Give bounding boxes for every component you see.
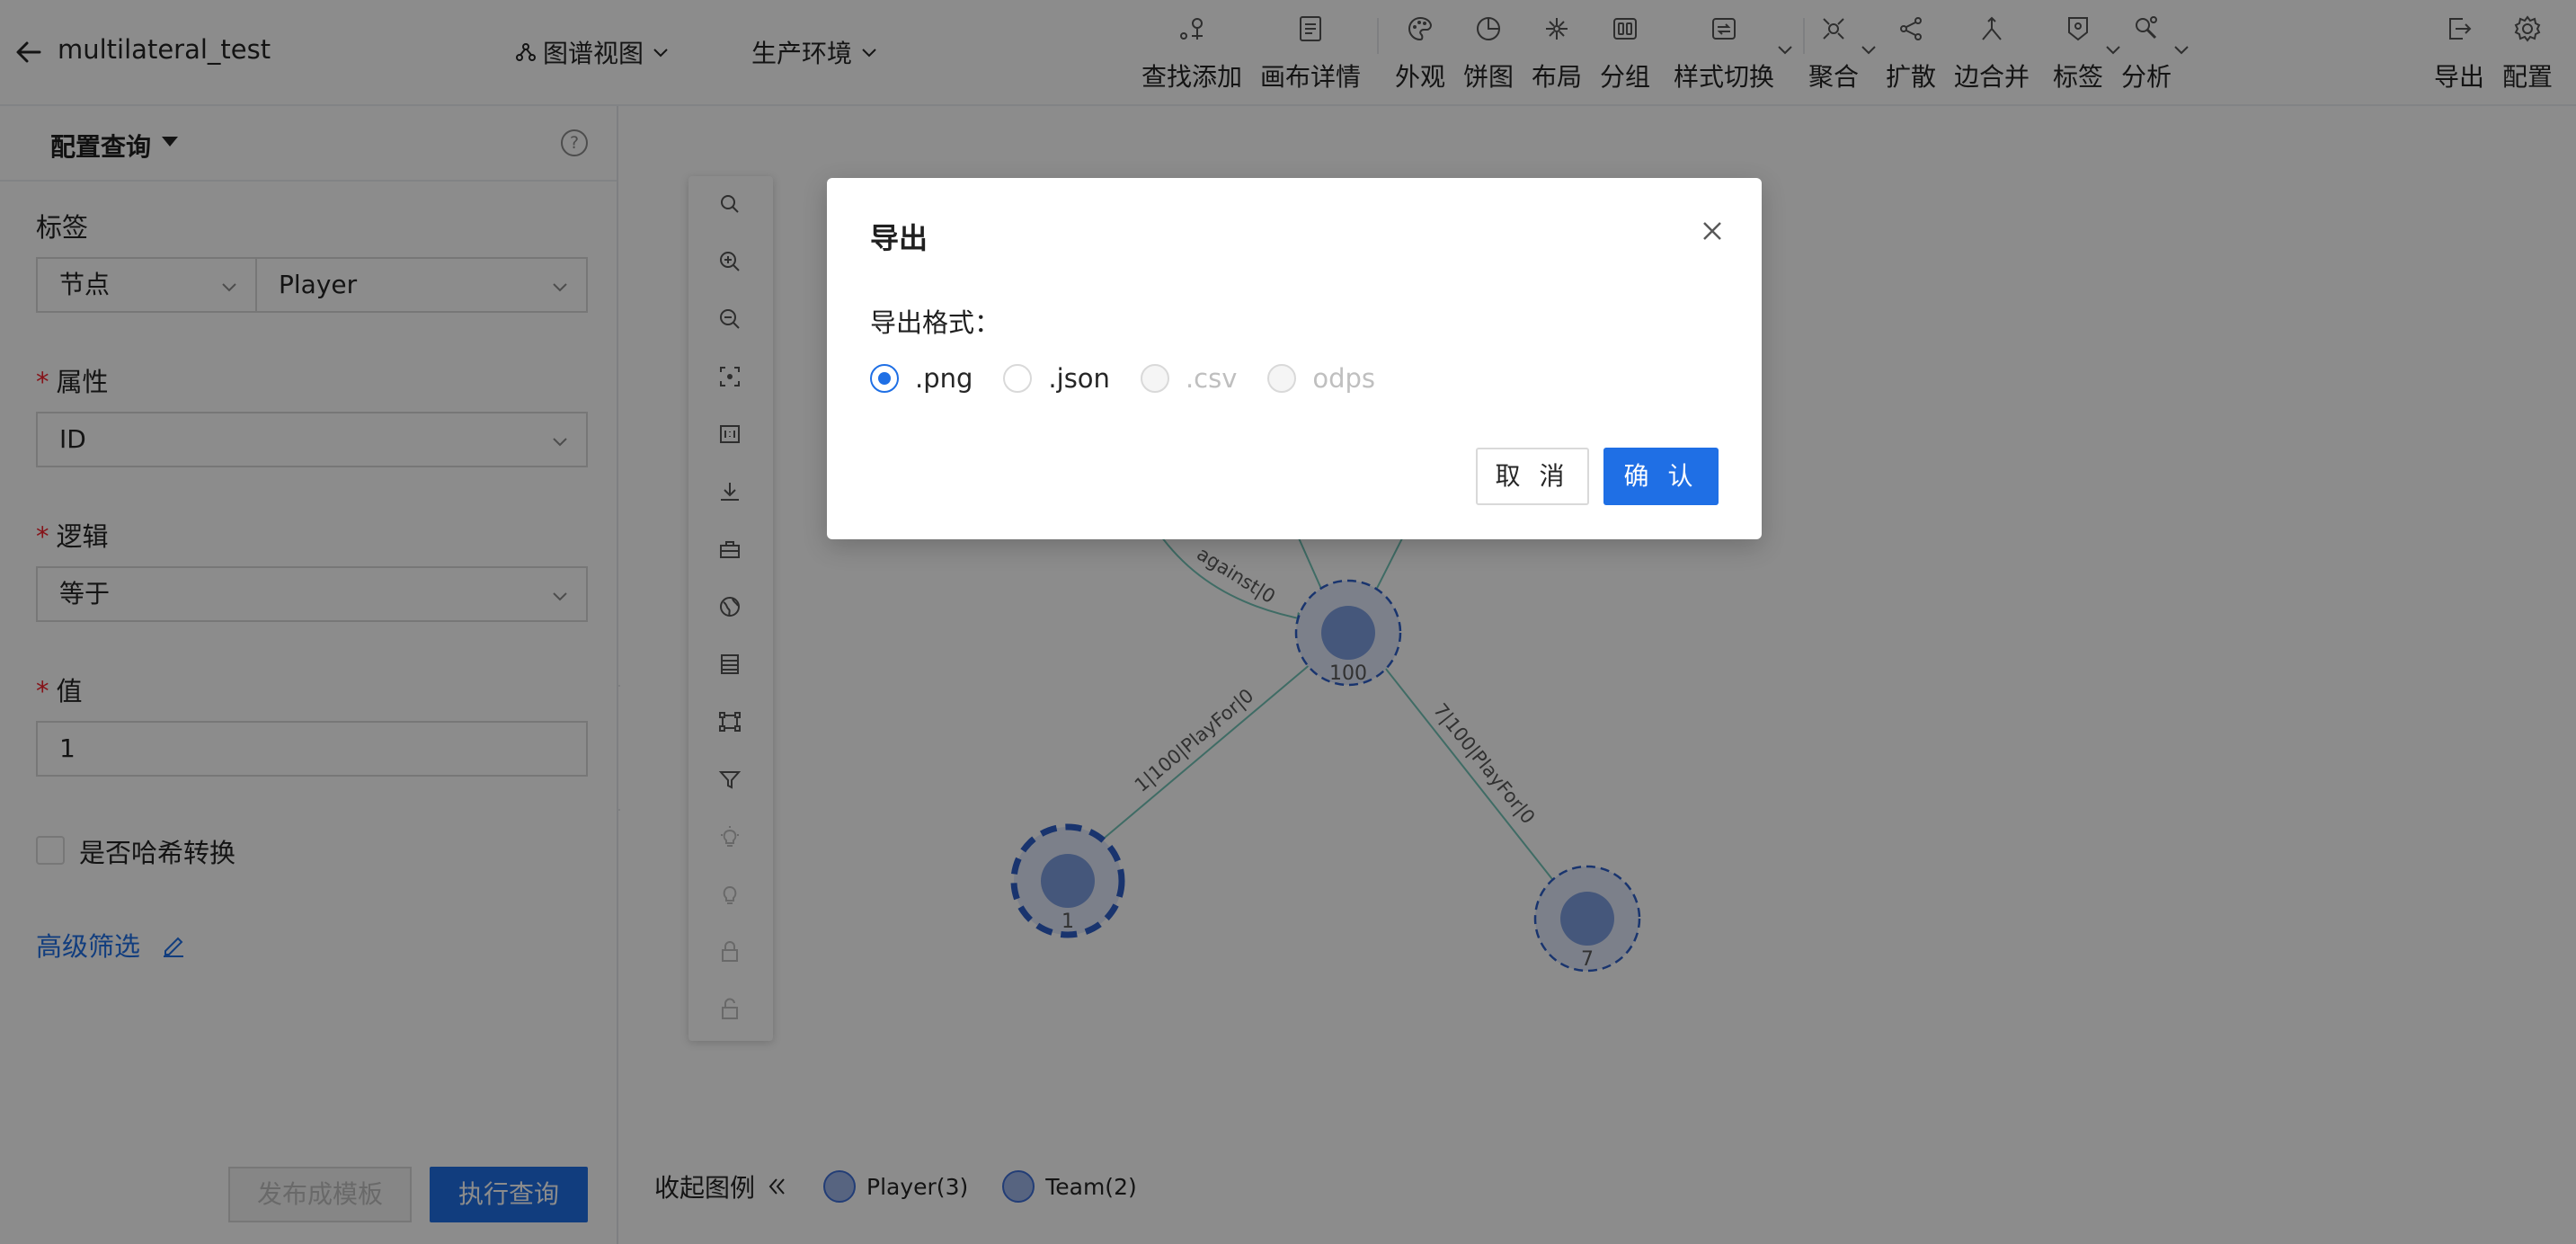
radio-label: .csv	[1185, 363, 1238, 394]
confirm-button[interactable]: 确 认	[1603, 448, 1719, 505]
export-format-radio-group: .png .json .csv odps	[870, 363, 1406, 394]
radio-odps: odps	[1267, 363, 1375, 394]
radio-label: .json	[1048, 363, 1110, 394]
cancel-button[interactable]: 取 消	[1476, 448, 1589, 505]
radio-json[interactable]: .json	[1003, 363, 1110, 394]
radio-circle	[1267, 364, 1297, 393]
radio-csv: .csv	[1140, 363, 1238, 394]
radio-png[interactable]: .png	[870, 363, 973, 394]
export-format-label: 导出格式：	[870, 307, 1001, 338]
radio-circle	[870, 364, 899, 393]
radio-circle	[1003, 364, 1033, 393]
modal-title: 导出	[870, 221, 928, 255]
export-modal: 导出 导出格式： .png .json .csv odps 取 消 确 认	[827, 178, 1762, 539]
radio-circle	[1140, 364, 1169, 393]
radio-label: .png	[915, 363, 973, 394]
radio-label: odps	[1312, 363, 1376, 394]
close-icon[interactable]	[1697, 216, 1728, 246]
